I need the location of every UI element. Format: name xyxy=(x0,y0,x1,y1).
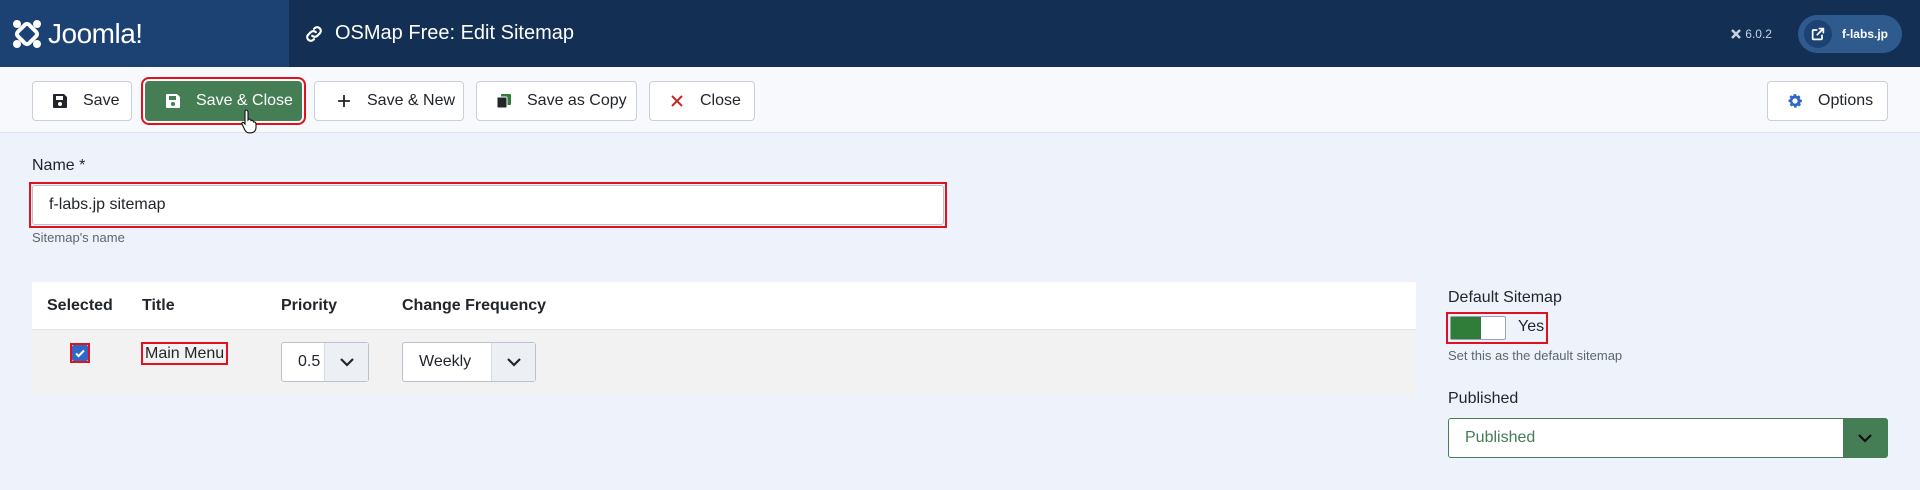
table-header: Selected Title Priority Change Frequency xyxy=(32,282,1416,330)
name-value: f-labs.jp sitemap xyxy=(49,196,166,213)
header-selected: Selected xyxy=(47,296,113,314)
default-sitemap-label: Default Sitemap xyxy=(1448,289,1562,306)
save-label: Save xyxy=(83,92,120,109)
save-close-button[interactable]: Save & Close xyxy=(141,77,306,125)
close-button[interactable]: Close xyxy=(649,81,755,121)
link-icon xyxy=(306,25,322,42)
close-label: Close xyxy=(700,92,741,109)
published-label: Published xyxy=(1448,390,1519,407)
priority-value: 0.5 xyxy=(298,353,321,370)
switch-on-indicator xyxy=(1451,317,1481,339)
checkbox-highlight xyxy=(70,343,90,363)
app-header: Joomla! OSMap Free: Edit Sitemap 6.0.2 f… xyxy=(0,0,1920,67)
save-button[interactable]: Save xyxy=(32,81,132,121)
gear-icon xyxy=(1784,92,1806,110)
header-change-frequency: Change Frequency xyxy=(402,296,547,314)
version-text: 6.0.2 xyxy=(1745,26,1772,41)
close-icon xyxy=(666,95,688,107)
name-hint: Sitemap's name xyxy=(32,230,125,245)
priority-select[interactable]: 0.5 xyxy=(281,342,369,382)
header-priority: Priority xyxy=(281,296,338,314)
options-button[interactable]: Options xyxy=(1767,81,1888,121)
joomla-small-icon xyxy=(1731,28,1742,39)
mouse-pointer-icon xyxy=(241,109,257,134)
save-new-label: Save & New xyxy=(367,92,456,109)
default-sitemap-value: Yes xyxy=(1518,318,1545,335)
joomla-version: 6.0.2 xyxy=(1730,27,1772,41)
joomla-logo-icon xyxy=(10,17,44,51)
joomla-brand[interactable]: Joomla! xyxy=(0,0,289,67)
view-site-button[interactable]: f-labs.jp xyxy=(1797,14,1902,53)
options-label: Options xyxy=(1818,92,1874,109)
change-frequency-select[interactable]: Weekly xyxy=(402,342,536,382)
name-input[interactable]: f-labs.jp sitemap xyxy=(32,185,944,225)
external-link-icon xyxy=(1803,19,1832,48)
change-frequency-value: Weekly xyxy=(419,353,472,370)
published-value: Published xyxy=(1465,429,1536,446)
toolbar: Save Save & Close Save & New Save as Cop… xyxy=(0,67,1920,133)
save-icon xyxy=(49,93,71,109)
menus-table: Selected Title Priority Change Frequency… xyxy=(32,282,1416,395)
chevron-down-icon xyxy=(491,343,535,381)
published-select[interactable]: Published xyxy=(1448,418,1888,458)
name-label: Name * xyxy=(32,157,86,174)
save-icon xyxy=(162,93,184,109)
save-copy-button[interactable]: Save as Copy xyxy=(476,81,637,121)
site-name: f-labs.jp xyxy=(1841,26,1888,41)
copy-icon xyxy=(493,93,515,109)
chevron-down-icon xyxy=(1843,419,1887,457)
page-title: OSMap Free: Edit Sitemap xyxy=(335,22,574,44)
header-title: Title xyxy=(142,296,175,314)
default-sitemap-switch[interactable] xyxy=(1450,316,1506,340)
menu-title-link[interactable]: Main Menu xyxy=(141,342,229,365)
chevron-down-icon xyxy=(324,343,368,381)
table-row: Main Menu 0.5 Weekly xyxy=(32,330,1416,395)
brand-name: Joomla! xyxy=(48,17,143,49)
page-heading: OSMap Free: Edit Sitemap xyxy=(303,22,574,45)
save-new-button[interactable]: Save & New xyxy=(314,81,464,121)
default-sitemap-hint: Set this as the default sitemap xyxy=(1448,348,1623,363)
save-copy-label: Save as Copy xyxy=(527,92,627,109)
plus-icon xyxy=(333,94,355,108)
